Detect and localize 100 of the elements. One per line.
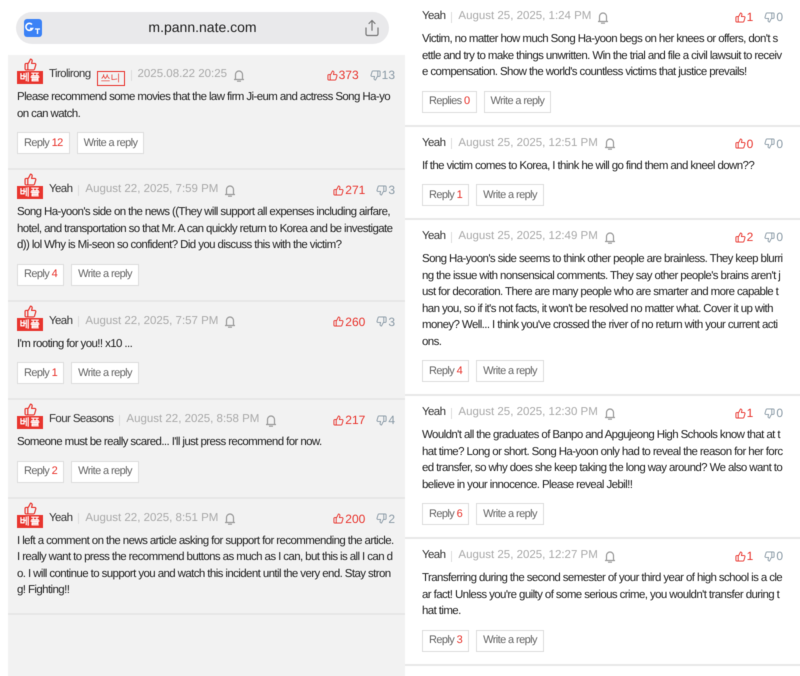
bell-icon[interactable] bbox=[265, 414, 278, 426]
comment-date: August 22, 2025, 8:51 PM bbox=[85, 510, 218, 526]
write-reply-button[interactable]: Write a reply bbox=[476, 503, 544, 525]
like-count: 200 bbox=[345, 510, 366, 528]
bell-icon[interactable] bbox=[597, 10, 610, 24]
comment-text: Song Ha-yoon's side on the news ((They will support all expenses including airfare, hotel, and transportation so that Mr. A can quickly return to Korea and be investigated)) lol Why is Mi-seon so confident? Did you discuss this with the victim? bbox=[17, 205, 394, 253]
write-reply-button[interactable]: Write a reply bbox=[476, 630, 544, 652]
replies-button[interactable]: Reply 2 bbox=[17, 460, 64, 482]
comment-date: August 25, 2025, 12:30 PM bbox=[458, 405, 598, 420]
comment-date: August 25, 2025, 12:27 PM bbox=[458, 548, 598, 564]
dislike-count: 4 bbox=[388, 412, 395, 429]
dislike-count: 2 bbox=[388, 510, 395, 528]
thumbs-up-icon[interactable] bbox=[333, 184, 344, 196]
comment-text: If the victim comes to Korea, I think he will go find them and kneel down?? bbox=[422, 158, 756, 174]
comment-text: Wouldn't all the graduates of Banpo and Apgujeong High Schools know that at that time? Long or short. Song Ha-yoon only had to reveal the reason for her forced transfer, so why does she keep taking the long way around? We also want to believe in your innocence. Please reveal Jebil!! bbox=[422, 428, 783, 492]
like-count: 0 bbox=[746, 136, 754, 152]
dislike-count: 3 bbox=[388, 182, 395, 199]
write-reply-button[interactable]: Write a reply bbox=[71, 264, 139, 286]
like-count: 271 bbox=[345, 182, 366, 199]
dislike-count: 3 bbox=[388, 314, 395, 330]
replies-button[interactable]: Reply 6 bbox=[422, 503, 470, 525]
best-badge: 베플 bbox=[17, 416, 43, 429]
author-name[interactable]: Yeah bbox=[422, 134, 446, 152]
dislike-count: 0 bbox=[776, 405, 783, 422]
thumbs-down-icon[interactable] bbox=[376, 414, 388, 426]
write-reply-button[interactable]: Write a reply bbox=[76, 132, 144, 154]
author-name[interactable]: Yeah bbox=[49, 181, 72, 199]
thumbs-down-icon[interactable] bbox=[764, 232, 776, 242]
thumbs-down-icon[interactable] bbox=[370, 70, 381, 80]
replies-button[interactable]: Reply 3 bbox=[422, 630, 470, 652]
thumbs-up-icon[interactable] bbox=[734, 408, 746, 418]
thumbs-down-icon[interactable] bbox=[764, 408, 776, 418]
best-badge: 베플 bbox=[17, 514, 43, 528]
bell-icon[interactable] bbox=[224, 184, 236, 196]
thumbs-up-icon bbox=[24, 58, 36, 71]
replies-button[interactable]: Reply 1 bbox=[422, 184, 470, 206]
bell-icon[interactable] bbox=[604, 406, 616, 420]
write-reply-button[interactable]: Write a reply bbox=[484, 90, 552, 112]
like-count: 1 bbox=[746, 548, 754, 565]
dislike-count: 0 bbox=[776, 136, 783, 152]
like-count: 260 bbox=[345, 314, 366, 330]
write-reply-button[interactable]: Write a reply bbox=[476, 360, 544, 382]
like-count: 217 bbox=[345, 412, 366, 429]
thumbs-up-icon bbox=[24, 502, 36, 514]
thumbs-up-icon bbox=[24, 304, 36, 318]
thumbs-down-icon[interactable] bbox=[376, 184, 388, 196]
share-icon[interactable] bbox=[363, 18, 381, 36]
replies-button[interactable]: Reply 1 bbox=[17, 362, 64, 384]
thumbs-down-icon[interactable] bbox=[376, 316, 388, 327]
thumbs-up-icon[interactable] bbox=[734, 550, 746, 562]
author-name[interactable]: Yeah bbox=[422, 8, 446, 26]
author-name[interactable]: Four Seasons bbox=[49, 411, 114, 429]
bell-icon[interactable] bbox=[233, 68, 246, 82]
author-name[interactable]: Yeah bbox=[49, 510, 72, 528]
replies-button[interactable]: Reply 4 bbox=[17, 264, 64, 286]
write-reply-button[interactable]: Write a reply bbox=[71, 362, 139, 384]
best-badge: 베플 bbox=[17, 186, 43, 199]
thumbs-down-icon[interactable] bbox=[764, 550, 776, 562]
thumbs-up-icon[interactable] bbox=[326, 70, 338, 80]
thumbs-down-icon[interactable] bbox=[376, 513, 388, 524]
thumbs-up-icon[interactable] bbox=[734, 12, 746, 22]
translate-icon[interactable] bbox=[24, 18, 42, 36]
author-name[interactable]: Yeah bbox=[422, 547, 446, 565]
comment-date: 2025.08.22 20:25 bbox=[138, 67, 228, 82]
thumbs-down-icon[interactable] bbox=[764, 12, 776, 22]
comment-date: August 22, 2025, 8:58 PM bbox=[126, 412, 260, 428]
bell-icon[interactable] bbox=[604, 230, 616, 244]
replies-button[interactable]: Reply 12 bbox=[17, 132, 70, 154]
bell-icon[interactable] bbox=[224, 315, 236, 328]
like-count: 2 bbox=[746, 229, 754, 246]
author-name[interactable]: Tirolirong bbox=[49, 66, 91, 84]
thumbs-down-icon[interactable] bbox=[764, 138, 776, 149]
comment-text: I'm rooting for you!! x10 ... bbox=[17, 336, 134, 352]
author-name[interactable]: Yeah bbox=[49, 312, 72, 330]
thumbs-up-icon[interactable] bbox=[734, 232, 746, 242]
bell-icon[interactable] bbox=[224, 512, 236, 525]
replies-button[interactable]: Reply 4 bbox=[422, 360, 470, 382]
write-reply-button[interactable]: Write a reply bbox=[476, 184, 544, 206]
write-reply-button[interactable]: Write a reply bbox=[71, 460, 139, 482]
thumbs-up-icon[interactable] bbox=[333, 513, 344, 524]
thumbs-up-icon[interactable] bbox=[734, 138, 746, 149]
url-text: m.pann.nate.com bbox=[147, 18, 258, 37]
author-name[interactable]: Yeah bbox=[422, 228, 446, 246]
comment-text: Someone must be really scared... I'll just press recommend for now. bbox=[17, 435, 323, 450]
dislike-count: 0 bbox=[776, 548, 783, 565]
bell-icon[interactable] bbox=[604, 137, 616, 150]
address-bar[interactable]: m.pann.nate.com bbox=[16, 12, 389, 44]
comment-text: Please recommend some movies that the law firm Ji-eum and actress Song Ha-yoon can watch. bbox=[17, 90, 392, 122]
comment-date: August 25, 2025, 1:24 PM bbox=[458, 9, 592, 24]
like-count: 1 bbox=[746, 9, 754, 26]
comment-date: August 22, 2025, 7:57 PM bbox=[85, 314, 218, 329]
thumbs-up-icon bbox=[24, 403, 36, 416]
dislike-count: 13 bbox=[382, 67, 395, 84]
like-count: 373 bbox=[338, 67, 359, 84]
thumbs-up-icon[interactable] bbox=[333, 316, 344, 327]
thumbs-up-icon[interactable] bbox=[333, 414, 344, 426]
comment-date: August 25, 2025, 12:49 PM bbox=[458, 229, 598, 244]
author-name[interactable]: Yeah bbox=[422, 404, 446, 422]
bell-icon[interactable] bbox=[604, 550, 616, 562]
replies-button[interactable]: Replies 0 bbox=[422, 90, 476, 112]
